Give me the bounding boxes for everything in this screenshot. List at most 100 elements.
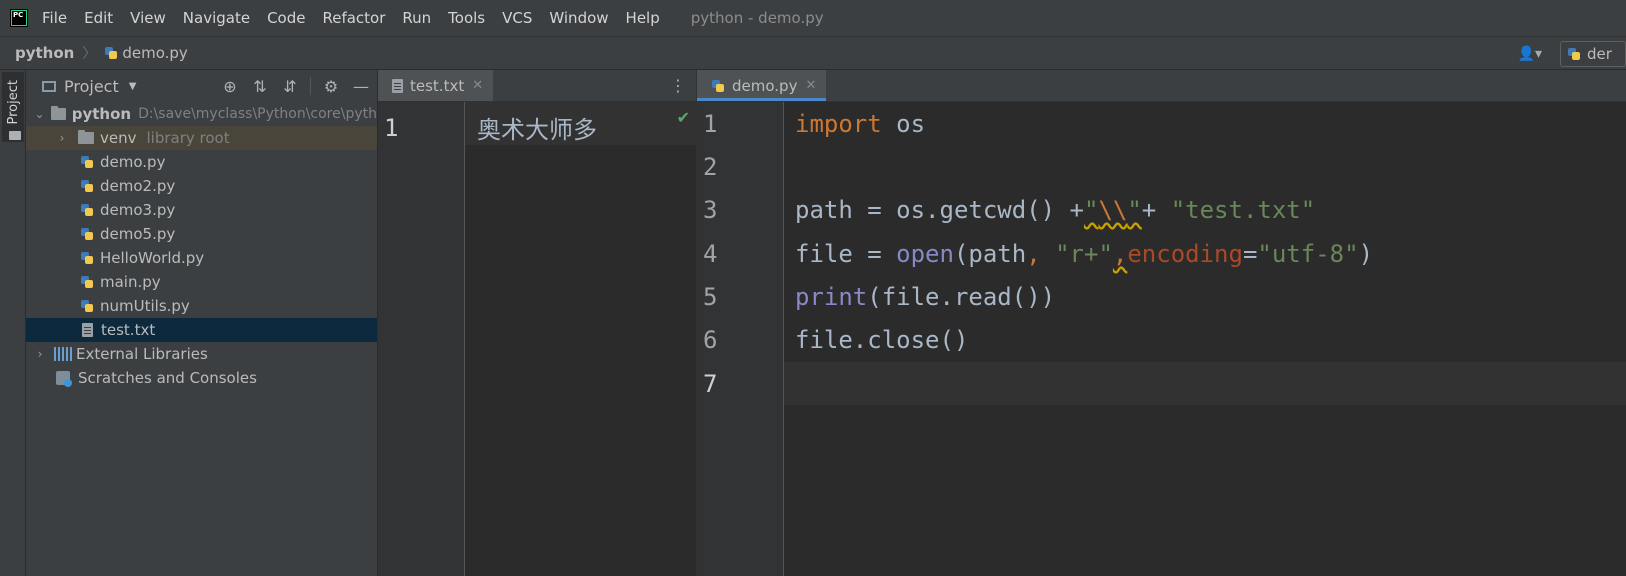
tab-label: test.txt [410,76,465,95]
code-line: file = open(path, "r+",encoding="utf-8") [795,240,1374,268]
menu-navigate[interactable]: Navigate [183,9,250,27]
chevron-right-icon[interactable]: › [56,131,68,145]
left-tool-strip: Project [0,70,26,576]
chevron-down-icon[interactable]: ⌄ [34,107,45,121]
tab-test-txt[interactable]: test.txt ✕ [378,70,494,101]
close-icon[interactable]: ✕ [805,78,816,93]
editor-gutter: 1 2 3 4 5 6 7 [697,102,784,576]
chevron-down-icon[interactable]: ▼ [129,81,137,92]
menu-edit[interactable]: Edit [84,9,113,27]
project-panel-header: Project ▼ ⊕ ⇅ ⇵ ⚙ — [26,70,377,102]
line-number: 7 [703,370,718,398]
close-icon[interactable]: ✕ [472,78,483,93]
project-toolbar: ⊕ ⇅ ⇵ ⚙ — [210,70,371,102]
run-config-label: der [1587,44,1612,63]
project-panel: Project ▼ ⊕ ⇅ ⇵ ⚙ — ⌄ python D:\save\myc… [26,70,378,576]
menu-help[interactable]: Help [626,9,660,27]
project-tool-label: Project [6,80,21,125]
editor-content[interactable]: 奥术大师多 ✔ [465,102,696,576]
menu-view[interactable]: View [130,9,166,27]
code-line: path = os.getcwd() +"\\"+ "test.txt" [795,196,1316,224]
tree-item-label: External Libraries [76,345,208,363]
editor-tabbar-right: demo.py ✕ [697,70,1626,102]
pycharm-logo-icon: PC [10,9,28,27]
python-file-icon [80,227,94,241]
tree-item-file[interactable]: HelloWorld.py [26,246,377,270]
text-content: 奥术大师多 [477,116,597,144]
tab-demo-py[interactable]: demo.py ✕ [697,70,827,101]
project-view-icon [42,80,56,92]
tab-label: demo.py [732,76,798,95]
more-options-icon[interactable]: ⋮ [670,76,686,95]
python-file-icon [80,251,94,265]
navbar-right: 👤▾ der [1518,37,1626,70]
code-line: file.close() [795,326,969,354]
project-tree: ⌄ python D:\save\myclass\Python\core\pyt… [26,102,377,390]
tree-item-file[interactable]: main.py [26,270,377,294]
menu-code[interactable]: Code [267,9,305,27]
checkmark-icon: ✔ [676,108,690,127]
line-number: 1 [384,114,399,142]
breadcrumb-separator-icon: 〉 [82,46,97,62]
menu-tools[interactable]: Tools [448,9,485,27]
menu-file[interactable]: File [42,9,67,27]
text-file-icon [392,78,403,93]
tree-root-name: python [71,105,132,123]
menu-bar: PC File Edit View Navigate Code Refactor… [0,0,1626,36]
code-area[interactable]: import os path = os.getcwd() +"\\"+ "tes… [784,102,1626,576]
tree-root-python[interactable]: ⌄ python D:\save\myclass\Python\core\pyt… [26,102,377,126]
tree-item-file[interactable]: demo5.py [26,222,377,246]
tree-item-file[interactable]: numUtils.py [26,294,377,318]
tree-item-venv[interactable]: › venv library root [26,126,377,150]
code-line: import os [795,110,926,138]
menu-refactor[interactable]: Refactor [322,9,385,27]
locate-file-icon[interactable]: ⊕ [220,77,240,96]
tree-item-file[interactable]: demo.py [26,150,377,174]
user-icon[interactable]: 👤▾ [1518,46,1542,62]
project-panel-title[interactable]: Project [64,77,119,96]
python-file-icon [80,155,94,169]
line-number: 2 [703,153,718,181]
line-number: 3 [703,196,718,224]
tree-item-file[interactable]: demo2.py [26,174,377,198]
line-number: 5 [703,283,718,311]
folder-icon [51,106,66,120]
tree-item-label: demo.py [100,153,166,171]
line-number: 6 [703,326,718,354]
window-title: python - demo.py [690,9,824,27]
chevron-right-icon[interactable]: › [34,347,46,361]
menu-window[interactable]: Window [549,9,608,27]
navigation-bar: python 〉 demo.py 👤▾ der [0,36,1626,70]
tree-item-label: venv [100,129,137,147]
python-file-icon [80,275,94,289]
python-file-icon [711,79,725,93]
scratches-icon [56,371,72,387]
tree-item-scratches[interactable]: Scratches and Consoles [26,366,377,390]
editor-demo-py: demo.py ✕ 1 2 3 4 5 6 7 import os path =… [696,70,1626,576]
minimize-icon[interactable]: — [351,77,371,96]
python-file-icon [104,46,118,60]
menu-vcs[interactable]: VCS [502,9,532,27]
tree-item-label: HelloWorld.py [100,249,205,267]
breadcrumb-file[interactable]: demo.py [122,44,187,62]
toolbar-divider [310,77,311,95]
python-file-icon [80,179,94,193]
project-tool-tab[interactable]: Project [2,72,24,142]
breadcrumb-root[interactable]: python [15,44,74,62]
tree-item-label: numUtils.py [100,297,190,315]
menu-run[interactable]: Run [402,9,431,27]
tree-item-label: demo3.py [100,201,176,219]
gear-icon[interactable]: ⚙ [321,77,341,96]
python-file-icon [80,299,94,313]
tree-item-file[interactable]: demo3.py [26,198,377,222]
collapse-all-icon[interactable]: ⇵ [280,77,300,96]
run-config-selector[interactable]: der [1560,40,1626,67]
python-file-icon [80,203,94,217]
editor-tabbar-left: test.txt ✕ ⋮ [378,70,696,102]
tree-item-label: demo2.py [100,177,176,195]
tree-item-label: demo5.py [100,225,176,243]
expand-all-icon[interactable]: ⇅ [250,77,270,96]
tree-item-file-selected[interactable]: test.txt [26,318,377,342]
line-number: 4 [703,240,718,268]
tree-item-external-libraries[interactable]: › External Libraries [26,342,377,366]
